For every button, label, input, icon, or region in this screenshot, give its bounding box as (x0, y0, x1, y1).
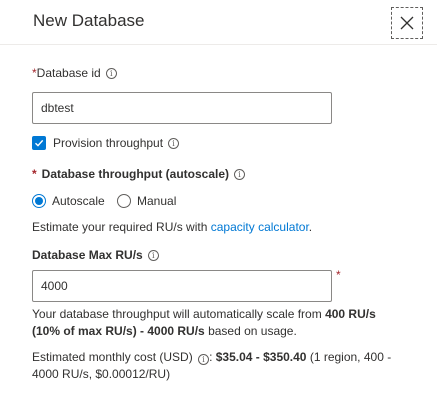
info-icon[interactable]: i (147, 249, 159, 261)
checkmark-icon (35, 139, 44, 147)
database-id-label-text: Database id (36, 66, 101, 80)
max-rus-label-text: Database Max RU/s (32, 248, 143, 262)
database-throughput-title: * Database throughput (autoscale) i (32, 167, 246, 181)
scale-note-end: based on usage. (204, 324, 297, 338)
info-icon[interactable]: i (105, 67, 117, 79)
cost-detail-2: 4000 RU/s, $0.00012/RU) (32, 367, 171, 381)
required-mark: * (336, 268, 341, 282)
database-id-input[interactable] (32, 92, 332, 124)
radio-button-selected[interactable] (32, 194, 46, 208)
info-icon[interactable]: i (168, 137, 180, 149)
max-rus-label: Database Max RU/s i (32, 248, 159, 262)
max-rus-input[interactable] (32, 270, 332, 302)
panel-header: New Database (0, 0, 437, 45)
estimate-text-before: Estimate your required RU/s with (32, 220, 211, 234)
autoscale-description: Your database throughput will automatica… (32, 306, 412, 340)
info-icon[interactable]: i (234, 168, 246, 180)
radio-manual-label: Manual (137, 194, 177, 208)
radio-autoscale[interactable]: Autoscale (32, 194, 105, 208)
checkbox-checked[interactable] (32, 136, 46, 150)
required-mark: * (32, 167, 37, 181)
cost-label: Estimated monthly cost (USD) (32, 350, 193, 364)
radio-button[interactable] (117, 194, 131, 208)
info-icon[interactable]: i (198, 354, 210, 365)
cost-detail-1: (1 region, 400 - (306, 350, 392, 364)
capacity-calculator-link[interactable]: capacity calculator (211, 220, 309, 234)
radio-autoscale-label: Autoscale (52, 194, 105, 208)
radio-manual[interactable]: Manual (117, 194, 176, 208)
panel-title: New Database (33, 11, 145, 30)
estimate-text-after: . (308, 220, 313, 234)
scale-note-range: (10% of max RU/s) - 4000 RU/s (32, 324, 205, 338)
cost-range: $35.04 - $350.40 (215, 350, 307, 364)
scale-note-min: 400 RU/s (325, 307, 376, 321)
estimated-cost: Estimated monthly cost (USD) i: $35.04 -… (32, 350, 392, 381)
estimate-text: Estimate your required RU/s with capacit… (32, 219, 312, 236)
scale-note-text: Your database throughput will automatica… (32, 307, 326, 321)
database-throughput-title-text: Database throughput (autoscale) (41, 167, 230, 181)
database-id-label: * Database id i (32, 66, 117, 80)
close-button[interactable] (391, 7, 423, 39)
close-icon (400, 16, 414, 30)
provision-throughput-checkbox[interactable]: Provision throughput i (32, 136, 180, 150)
provision-throughput-label: Provision throughput (53, 136, 164, 150)
